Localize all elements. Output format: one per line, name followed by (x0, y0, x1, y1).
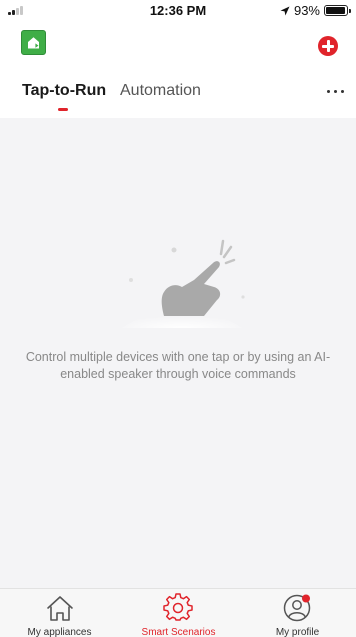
status-bar: 12:36 PM 93% (0, 0, 356, 20)
nav-label-active: Smart Scenarios (141, 627, 216, 637)
tab-tap-to-run[interactable]: Tap-to-Run (22, 82, 106, 100)
nav-smart-scenarios[interactable]: Smart Scenarios (119, 589, 238, 637)
add-button[interactable] (318, 36, 338, 56)
gear-icon (163, 593, 193, 621)
tab-automation[interactable]: Automation (120, 82, 201, 100)
battery-percent: 93% (293, 3, 320, 18)
home-logo-icon (21, 30, 46, 55)
empty-state-message: Control multiple devices with one tap or… (25, 350, 331, 381)
nav-label: My appliances (27, 627, 92, 637)
nav-my-profile[interactable]: My profile (238, 589, 356, 637)
house-icon (47, 596, 73, 621)
battery-icon (324, 5, 351, 16)
bottom-nav: My appliances Smart Scenarios My profile (0, 588, 356, 637)
nav-label: My profile (275, 627, 320, 637)
header: Tap-to-Run Automation (0, 20, 356, 118)
profile-icon (283, 594, 311, 622)
location-arrow-icon (280, 6, 290, 15)
battery-level (326, 7, 345, 14)
nav-my-appliances[interactable]: My appliances (0, 589, 119, 637)
active-tab-indicator (58, 108, 68, 111)
tap-hand-icon (122, 239, 245, 328)
more-options-button[interactable] (325, 86, 345, 98)
status-right: 93% (280, 3, 351, 18)
